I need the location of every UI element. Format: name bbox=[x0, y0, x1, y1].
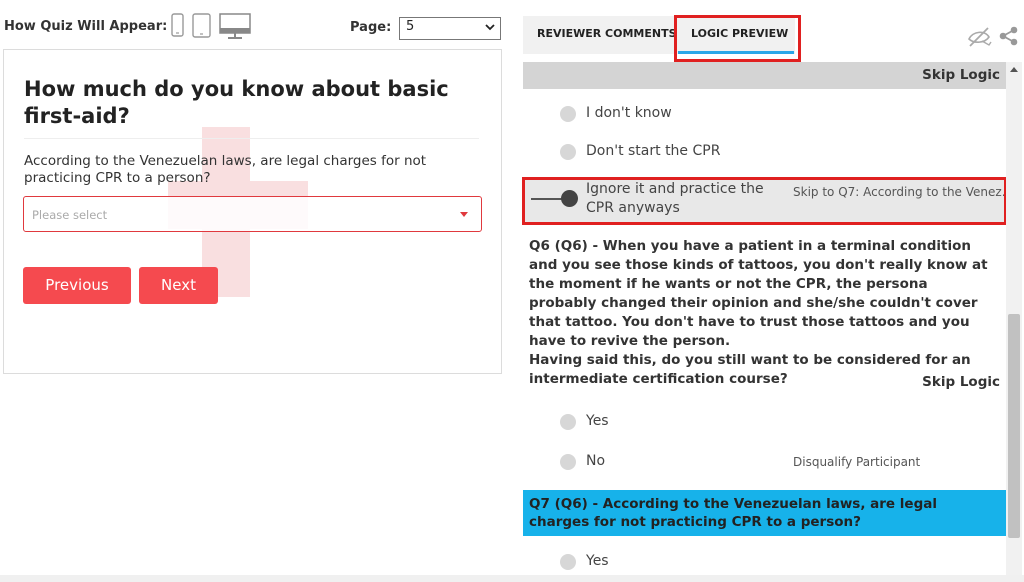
next-button[interactable]: Next bbox=[139, 267, 218, 304]
title-divider bbox=[24, 138, 479, 139]
tablet-icon[interactable] bbox=[192, 13, 211, 38]
previous-button[interactable]: Previous bbox=[23, 267, 131, 304]
question-q6-text: Q6 (Q6) - When you have a patient in a t… bbox=[529, 238, 988, 349]
skip-logic-label: Skip Logic bbox=[922, 374, 1000, 390]
scroll-thumb[interactable] bbox=[1008, 314, 1020, 538]
option-label: Yes bbox=[586, 413, 609, 429]
question-q7-highlight: Q7 (Q6) - According to the Venezuelan la… bbox=[523, 490, 1006, 536]
page-select-value: 5 bbox=[406, 19, 415, 34]
option-label: Yes bbox=[586, 553, 609, 569]
hide-comments-icon[interactable] bbox=[966, 26, 994, 48]
panel-scrollbar[interactable] bbox=[1006, 62, 1022, 582]
radio-icon bbox=[560, 106, 576, 122]
page-select[interactable]: 5 bbox=[399, 17, 501, 40]
quiz-card: How much do you know about basic first-a… bbox=[3, 49, 502, 374]
logic-preview-panel: Skip Logic I don't know Don't start the … bbox=[523, 62, 1006, 582]
scroll-up-icon[interactable] bbox=[1010, 67, 1018, 72]
radio-icon bbox=[560, 144, 576, 160]
quiz-question: According to the Venezuelan laws, are le… bbox=[24, 153, 427, 186]
preview-toolbar: How Quiz Will Appear: Page: 5 bbox=[0, 0, 505, 56]
logic-preview-tab-highlight bbox=[674, 15, 801, 62]
skip-logic-label: Skip Logic bbox=[922, 67, 1000, 83]
answer-select-placeholder: Please select bbox=[32, 208, 108, 222]
quiz-title: How much do you know about basic first-a… bbox=[24, 77, 449, 128]
desktop-icon[interactable] bbox=[219, 13, 251, 40]
option-label: I don't know bbox=[586, 105, 672, 121]
radio-icon bbox=[560, 414, 576, 430]
answer-select[interactable]: Please select bbox=[23, 196, 482, 232]
bottom-strip bbox=[0, 575, 1024, 582]
share-icon[interactable] bbox=[998, 25, 1020, 47]
skip-logic-header: Skip Logic bbox=[523, 62, 1006, 89]
radio-icon bbox=[560, 454, 576, 470]
question-q7-text: Q7 (Q6) - According to the Venezuelan la… bbox=[529, 496, 937, 530]
phone-icon[interactable] bbox=[171, 13, 184, 37]
disqualify-logic: Disqualify Participant bbox=[793, 455, 921, 469]
option-label: No bbox=[586, 453, 606, 469]
selected-row-highlight bbox=[522, 177, 1007, 225]
option-label: Don't start the CPR bbox=[586, 143, 721, 159]
question-q6: Q6 (Q6) - When you have a patient in a t… bbox=[529, 237, 999, 389]
appear-label: How Quiz Will Appear: bbox=[4, 19, 168, 34]
chevron-down-icon bbox=[485, 24, 495, 31]
radio-icon bbox=[560, 554, 576, 570]
tab-reviewer-comments[interactable]: REVIEWER COMMENTS bbox=[537, 27, 677, 40]
page-label: Page: bbox=[350, 20, 392, 35]
dropdown-caret-icon bbox=[460, 212, 468, 217]
